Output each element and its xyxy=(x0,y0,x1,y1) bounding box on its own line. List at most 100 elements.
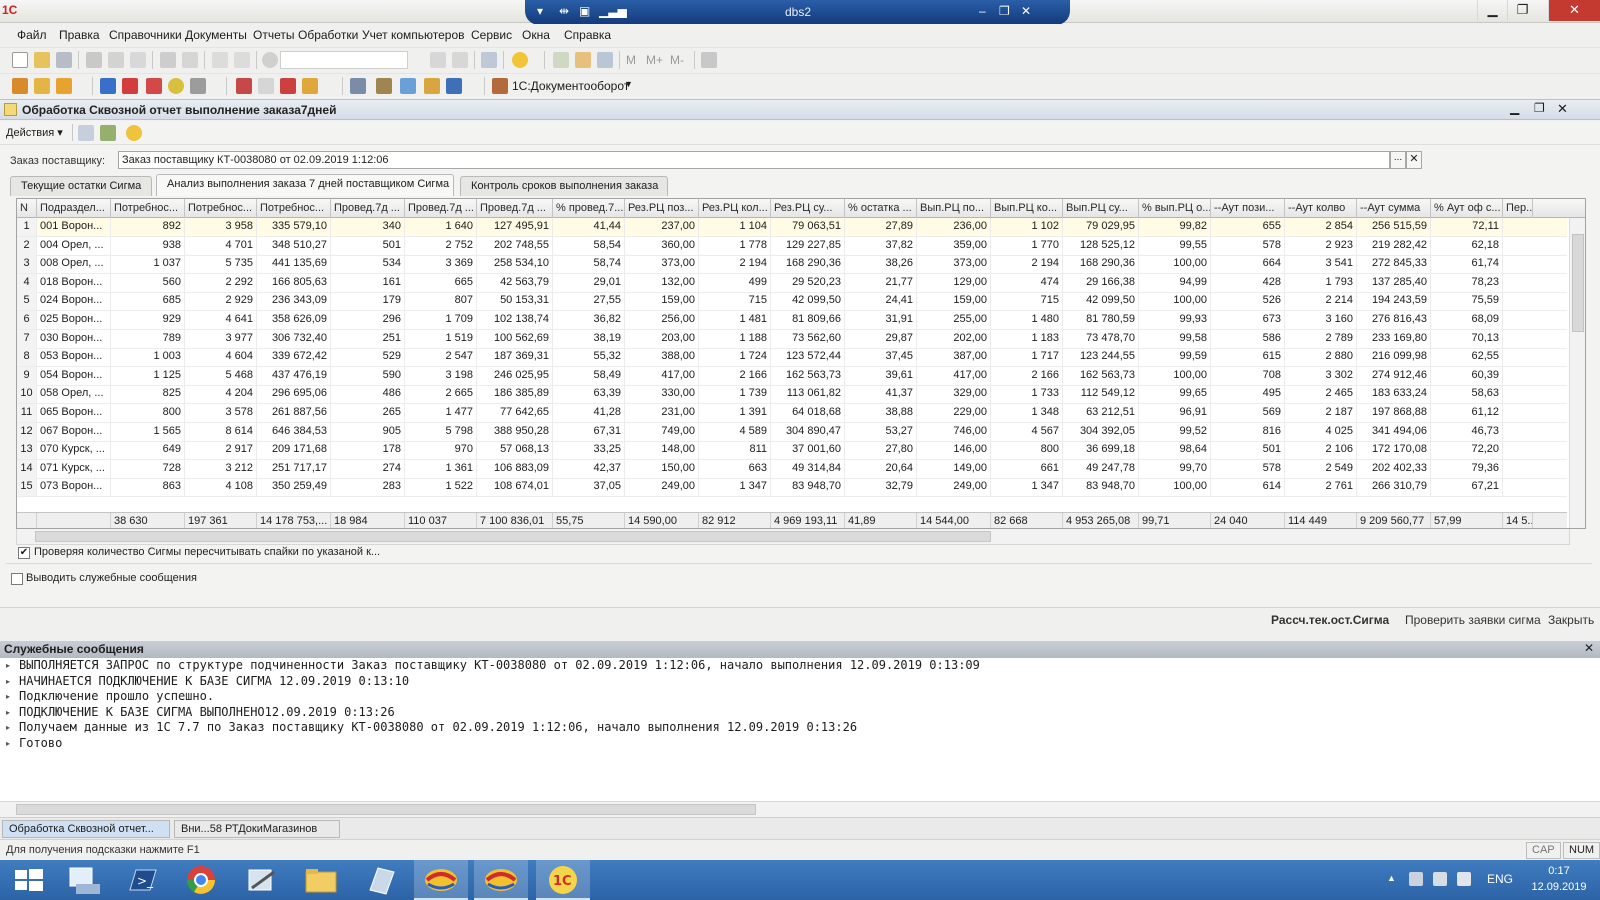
table-cell[interactable]: 266 310,79 xyxy=(1357,478,1431,497)
table-cell[interactable]: 237,00 xyxy=(625,218,699,236)
table-cell[interactable]: 569 xyxy=(1211,404,1285,422)
table-cell[interactable]: 304 890,47 xyxy=(771,422,845,441)
table-cell[interactable]: 256,00 xyxy=(625,311,699,329)
table-cell[interactable]: 231,00 xyxy=(625,404,699,422)
table-cell[interactable]: 123 572,44 xyxy=(771,348,845,367)
table-cell[interactable]: 38,19 xyxy=(553,329,625,348)
doc-arrow-icon[interactable] xyxy=(236,78,252,94)
table-header-cell[interactable]: Потребнос... xyxy=(111,199,185,218)
table-cell[interactable]: 2 854 xyxy=(1285,218,1357,236)
table-row[interactable]: 12 067 Ворон... 1 565 8 614 646 384,53 905 5 7… xyxy=(17,422,1567,442)
table-cell[interactable]: 970 xyxy=(405,441,477,460)
menu-processing[interactable]: Обработки xyxy=(298,28,358,42)
table-cell[interactable]: 72,11 xyxy=(1431,218,1503,236)
table-cell[interactable]: 892 xyxy=(111,218,185,236)
menu-directories[interactable]: Справочники xyxy=(109,28,182,42)
table-cell[interactable]: 8 614 xyxy=(185,422,257,441)
chrome-icon[interactable] xyxy=(174,860,228,900)
table-cell[interactable]: 3 958 xyxy=(185,218,257,236)
table-cell[interactable]: 2 917 xyxy=(185,441,257,460)
tab-sigma-stock[interactable]: Текущие остатки Сигма xyxy=(10,176,152,196)
export-icon[interactable] xyxy=(122,78,138,94)
open-icon[interactable] xyxy=(34,52,50,68)
table-cell[interactable]: 715 xyxy=(991,292,1063,311)
table-cell[interactable]: 800 xyxy=(991,441,1063,460)
table-cell[interactable]: 1 361 xyxy=(405,459,477,478)
paste-icon[interactable] xyxy=(130,52,146,68)
table-cell[interactable]: 4 204 xyxy=(185,385,257,404)
table-cell[interactable]: 99,58 xyxy=(1139,329,1211,348)
table-cell[interactable]: 728 xyxy=(111,459,185,478)
table-cell[interactable]: 146,00 xyxy=(917,441,991,460)
table-cell[interactable]: 162 563,73 xyxy=(771,366,845,385)
table-cell[interactable]: 256 515,59 xyxy=(1357,218,1431,236)
table-cell[interactable]: 417,00 xyxy=(625,366,699,385)
table-cell[interactable]: 99,82 xyxy=(1139,218,1211,236)
table-cell[interactable]: 63 212,51 xyxy=(1063,404,1139,422)
table-cell[interactable]: 4 641 xyxy=(185,311,257,329)
chart-icon[interactable] xyxy=(280,78,296,94)
table-cell[interactable]: 57 068,13 xyxy=(477,441,553,460)
service-messages-checkbox[interactable] xyxy=(11,573,23,585)
table-cell[interactable]: 018 Ворон... xyxy=(37,273,111,292)
table-cell[interactable]: 148,00 xyxy=(625,441,699,460)
info-icon[interactable] xyxy=(512,52,528,68)
powershell-icon[interactable]: >_ xyxy=(114,860,168,900)
table-cell[interactable]: 665 xyxy=(405,273,477,292)
table-cell[interactable]: 373,00 xyxy=(625,255,699,274)
table-cell[interactable]: 387,00 xyxy=(917,348,991,367)
table-cell[interactable]: 29,87 xyxy=(845,329,917,348)
table-cell[interactable]: 2 194 xyxy=(699,255,771,274)
messages-close-icon[interactable]: ✕ xyxy=(1584,641,1594,655)
table-cell[interactable]: 339 672,42 xyxy=(257,348,331,367)
table-cell[interactable]: 2 292 xyxy=(185,273,257,292)
table-cell[interactable]: 187 369,31 xyxy=(477,348,553,367)
table-cell[interactable]: 1 347 xyxy=(699,478,771,497)
table-cell[interactable]: 1 391 xyxy=(699,404,771,422)
table-cell[interactable]: 1 724 xyxy=(699,348,771,367)
table-cell[interactable]: 5 735 xyxy=(185,255,257,274)
table-cell[interactable]: 746,00 xyxy=(917,422,991,441)
table-cell[interactable]: 79,36 xyxy=(1431,459,1503,478)
table-horizontal-scrollbar[interactable] xyxy=(16,529,1570,545)
table-cell[interactable]: 73 562,60 xyxy=(771,329,845,348)
table-cell[interactable]: 3 198 xyxy=(405,366,477,385)
table-cell[interactable]: 159,00 xyxy=(917,292,991,311)
table-header-cell[interactable]: --Аут колво xyxy=(1285,199,1357,218)
table-cell[interactable]: 2 214 xyxy=(1285,292,1357,311)
vendor-order-select-button[interactable]: ... xyxy=(1390,151,1406,169)
table-cell[interactable]: 129,00 xyxy=(917,273,991,292)
window-tab-processing[interactable]: Обработка Сквозной отчет... xyxy=(2,820,170,838)
row-number[interactable]: 9 xyxy=(17,366,37,385)
table-cell[interactable]: 4 701 xyxy=(185,236,257,255)
table-cell[interactable]: 1 793 xyxy=(1285,273,1357,292)
table-cell[interactable]: 501 xyxy=(331,236,405,255)
table-cell[interactable]: 2 880 xyxy=(1285,348,1357,367)
table-cell[interactable]: 2 166 xyxy=(991,366,1063,385)
row-number[interactable]: 7 xyxy=(17,329,37,348)
print-preview-icon[interactable] xyxy=(182,52,198,68)
table-header-cell[interactable]: N xyxy=(17,199,37,218)
table-cell[interactable]: 2 752 xyxy=(405,236,477,255)
table-cell[interactable]: 251 717,17 xyxy=(257,459,331,478)
tray-expand-icon[interactable]: ▲ xyxy=(1387,873,1396,883)
table-cell[interactable]: 1 565 xyxy=(111,422,185,441)
table-cell[interactable]: 586 xyxy=(1211,329,1285,348)
row-number[interactable]: 1 xyxy=(17,218,37,236)
table-cell[interactable]: 29 166,38 xyxy=(1063,273,1139,292)
table-cell[interactable]: 39,61 xyxy=(845,366,917,385)
calculator-icon[interactable] xyxy=(553,52,569,68)
actions-menu[interactable]: Действия ▾ xyxy=(6,126,63,139)
table-cell[interactable]: 41,44 xyxy=(553,218,625,236)
windows-icon[interactable] xyxy=(481,52,497,68)
row-number[interactable]: 10 xyxy=(17,385,37,404)
undo-icon[interactable] xyxy=(212,52,228,68)
table-cell[interactable]: 94,99 xyxy=(1139,273,1211,292)
table-cell[interactable]: 054 Ворон... xyxy=(37,366,111,385)
table-row[interactable]: 13 070 Курск, ... 649 2 917 209 171,68 178 970… xyxy=(17,441,1567,461)
search-input[interactable] xyxy=(280,51,408,69)
table-cell[interactable]: 2 166 xyxy=(699,366,771,385)
tools-icon[interactable] xyxy=(234,860,288,900)
table-cell[interactable]: 255,00 xyxy=(917,311,991,329)
table-cell[interactable]: 053 Ворон... xyxy=(37,348,111,367)
